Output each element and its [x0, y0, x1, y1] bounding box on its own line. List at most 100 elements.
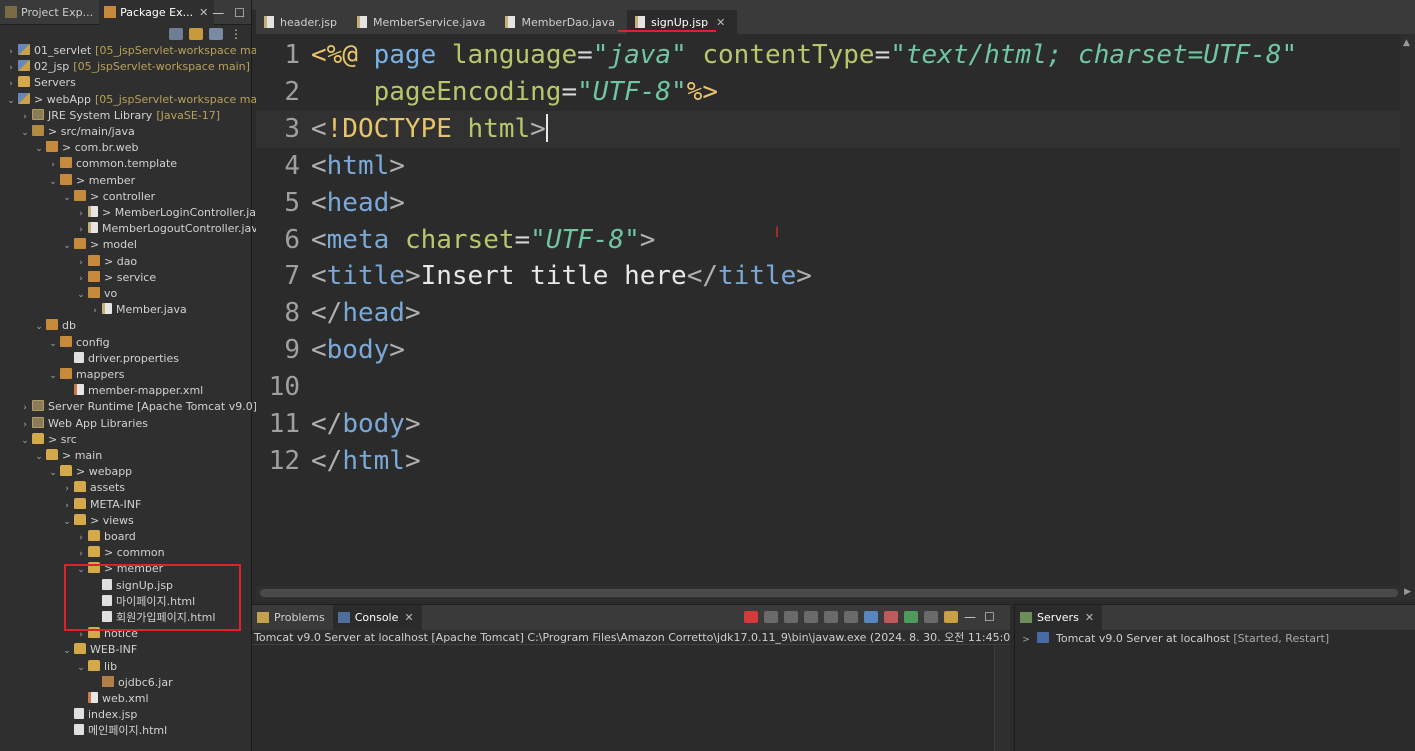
remove-launch-icon[interactable]: [764, 611, 778, 623]
close-icon[interactable]: ✕: [404, 611, 413, 624]
expanded-chevron-icon[interactable]: ⌄: [76, 287, 86, 303]
show-on-stdout-icon[interactable]: [864, 611, 878, 623]
show-on-stderr-icon[interactable]: [884, 611, 898, 623]
code-line[interactable]: 11 </body>: [256, 406, 1406, 443]
tree-item[interactable]: ⌄ > member: [48, 173, 135, 189]
collapsed-chevron-icon[interactable]: ›: [76, 546, 86, 562]
link-with-editor-icon[interactable]: [189, 27, 203, 40]
expanded-chevron-icon[interactable]: ⌄: [34, 449, 44, 465]
tree-item[interactable]: index.jsp: [62, 707, 137, 723]
expanded-chevron-icon[interactable]: ⌄: [6, 93, 16, 109]
tree-item[interactable]: › 02_jsp [05_jspServlet-workspace main]: [6, 59, 250, 75]
expanded-chevron-icon[interactable]: ⌄: [62, 190, 72, 206]
collapsed-chevron-icon[interactable]: ›: [76, 255, 86, 271]
tree-item[interactable]: ⌄ > webApp [05_jspServlet-workspace main]: [6, 92, 272, 108]
filter-icon[interactable]: [209, 27, 223, 40]
collapsed-chevron-icon[interactable]: ›: [20, 109, 30, 125]
tree-item[interactable]: ⌄ > main: [34, 448, 102, 464]
collapsed-chevron-icon[interactable]: ›: [62, 498, 72, 514]
expanded-chevron-icon[interactable]: ⌄: [34, 141, 44, 157]
close-icon[interactable]: ✕: [716, 16, 725, 29]
code-line[interactable]: 7 <title>Insert title here</title>: [256, 258, 1406, 295]
collapsed-chevron-icon[interactable]: ›: [76, 530, 86, 546]
expanded-chevron-icon[interactable]: ⌄: [48, 368, 58, 384]
tree-item[interactable]: › Web App Libraries: [20, 416, 148, 432]
tab-console[interactable]: Console ✕: [332, 605, 422, 630]
console-scrollbar[interactable]: [994, 646, 1010, 751]
minimize-icon[interactable]: —: [964, 611, 978, 623]
tree-item[interactable]: › board: [76, 529, 136, 545]
tree-item[interactable]: ⌄ > webapp: [48, 464, 132, 480]
tree-item[interactable]: ⌄ > com.br.web: [34, 140, 138, 156]
tree-item[interactable]: ⌄ WEB-INF: [62, 642, 137, 658]
view-menu-icon[interactable]: ⋮: [229, 28, 243, 40]
code-line[interactable]: 3 <!DOCTYPE html>: [256, 110, 1406, 148]
tree-item[interactable]: › 01_servlet [05_jspServlet-workspace main…: [6, 43, 272, 59]
collapsed-chevron-icon[interactable]: ›: [90, 303, 100, 319]
collapsed-chevron-icon[interactable]: ›: [20, 400, 30, 416]
tree-item[interactable]: › Servers: [6, 75, 76, 91]
editor-vertical-scrollbar[interactable]: ▲: [1400, 34, 1415, 586]
tab-member-dao[interactable]: MemberDao.java: [497, 10, 627, 34]
tree-item[interactable]: › > common: [76, 545, 165, 561]
terminate-icon[interactable]: [744, 611, 758, 623]
expanded-chevron-icon[interactable]: ⌄: [34, 319, 44, 335]
tab-package-explorer[interactable]: Package Ex... ✕: [99, 0, 215, 25]
expanded-chevron-icon[interactable]: ⌄: [20, 125, 30, 141]
code-line[interactable]: 1 <%@ page language="java" contentType="t…: [256, 37, 1406, 74]
open-console-icon[interactable]: [944, 611, 958, 623]
tree-item[interactable]: ⌄ > model: [62, 237, 137, 253]
tree-item[interactable]: ⌄ lib: [76, 659, 117, 675]
expanded-chevron-icon[interactable]: ⌄: [62, 514, 72, 530]
minimize-icon[interactable]: —: [212, 6, 224, 20]
collapsed-chevron-icon[interactable]: ›: [6, 76, 16, 92]
expanded-chevron-icon[interactable]: ⌄: [48, 465, 58, 481]
tab-header-jsp[interactable]: header.jsp: [256, 10, 349, 34]
scrollbar-thumb[interactable]: [260, 589, 1398, 597]
tree-item[interactable]: › > MemberLoginController.java: [76, 205, 269, 221]
server-row[interactable]: > Tomcat v9.0 Server at localhost [Start…: [1021, 631, 1329, 647]
scroll-up-icon[interactable]: ▲: [1403, 38, 1410, 48]
code-editor[interactable]: 1 <%@ page language="java" contentType="t…: [256, 34, 1415, 588]
display-console-icon[interactable]: [924, 611, 938, 623]
tree-item[interactable]: member-mapper.xml: [62, 383, 203, 399]
tree-item[interactable]: ⌄ > controller: [62, 189, 155, 205]
tree-item[interactable]: › > dao: [76, 254, 137, 270]
tree-item[interactable]: ojdbc6.jar: [90, 675, 173, 691]
expanded-chevron-icon[interactable]: ⌄: [48, 336, 58, 352]
tree-item[interactable]: › JRE System Library [JavaSE-17]: [20, 108, 220, 124]
tree-item[interactable]: › Member.java: [90, 302, 187, 318]
tree-item[interactable]: › MemberLogoutController.java: [76, 221, 265, 237]
tree-item[interactable]: ⌄ > views: [62, 513, 134, 529]
remove-all-icon[interactable]: [784, 611, 798, 623]
collapsed-chevron-icon[interactable]: ›: [76, 271, 86, 287]
collapsed-chevron-icon[interactable]: ›: [62, 481, 72, 497]
tab-servers[interactable]: Servers ✕: [1015, 605, 1103, 630]
tree-item[interactable]: › common.template: [48, 156, 177, 172]
code-line[interactable]: 5 <head>: [256, 185, 1406, 222]
collapsed-chevron-icon[interactable]: ›: [48, 157, 58, 173]
tree-item[interactable]: driver.properties: [62, 351, 179, 367]
tree-item[interactable]: ⌄ > src/main/java: [20, 124, 135, 140]
code-line[interactable]: 8 </head>: [256, 295, 1406, 332]
tab-member-service[interactable]: MemberService.java: [349, 10, 497, 34]
tree-item[interactable]: ⌄ mappers: [48, 367, 124, 383]
close-icon[interactable]: ✕: [1085, 611, 1094, 624]
maximize-icon[interactable]: ☐: [984, 611, 998, 623]
editor-horizontal-scrollbar[interactable]: ▶: [256, 586, 1415, 600]
maximize-icon[interactable]: ☐: [234, 6, 245, 20]
code-line[interactable]: 2 pageEncoding="UTF-8"%>: [256, 74, 1406, 111]
expand-chevron-icon[interactable]: >: [1021, 632, 1031, 648]
tree-item[interactable]: › META-INF: [62, 497, 141, 513]
code-line[interactable]: 6 <meta charset="UTF-8">: [256, 222, 1406, 259]
collapsed-chevron-icon[interactable]: ›: [76, 222, 86, 238]
word-wrap-icon[interactable]: [844, 611, 858, 623]
tab-project-explorer[interactable]: Project Exp...: [0, 0, 99, 25]
code-line[interactable]: 10: [256, 369, 1406, 406]
collapsed-chevron-icon[interactable]: ›: [76, 206, 86, 222]
collapsed-chevron-icon[interactable]: ›: [6, 60, 16, 76]
tree-item[interactable]: ⌄ db: [34, 318, 76, 334]
expanded-chevron-icon[interactable]: ⌄: [62, 643, 72, 659]
code-line[interactable]: 12 </html>: [256, 443, 1406, 480]
code-line[interactable]: 4 <html>: [256, 148, 1406, 185]
